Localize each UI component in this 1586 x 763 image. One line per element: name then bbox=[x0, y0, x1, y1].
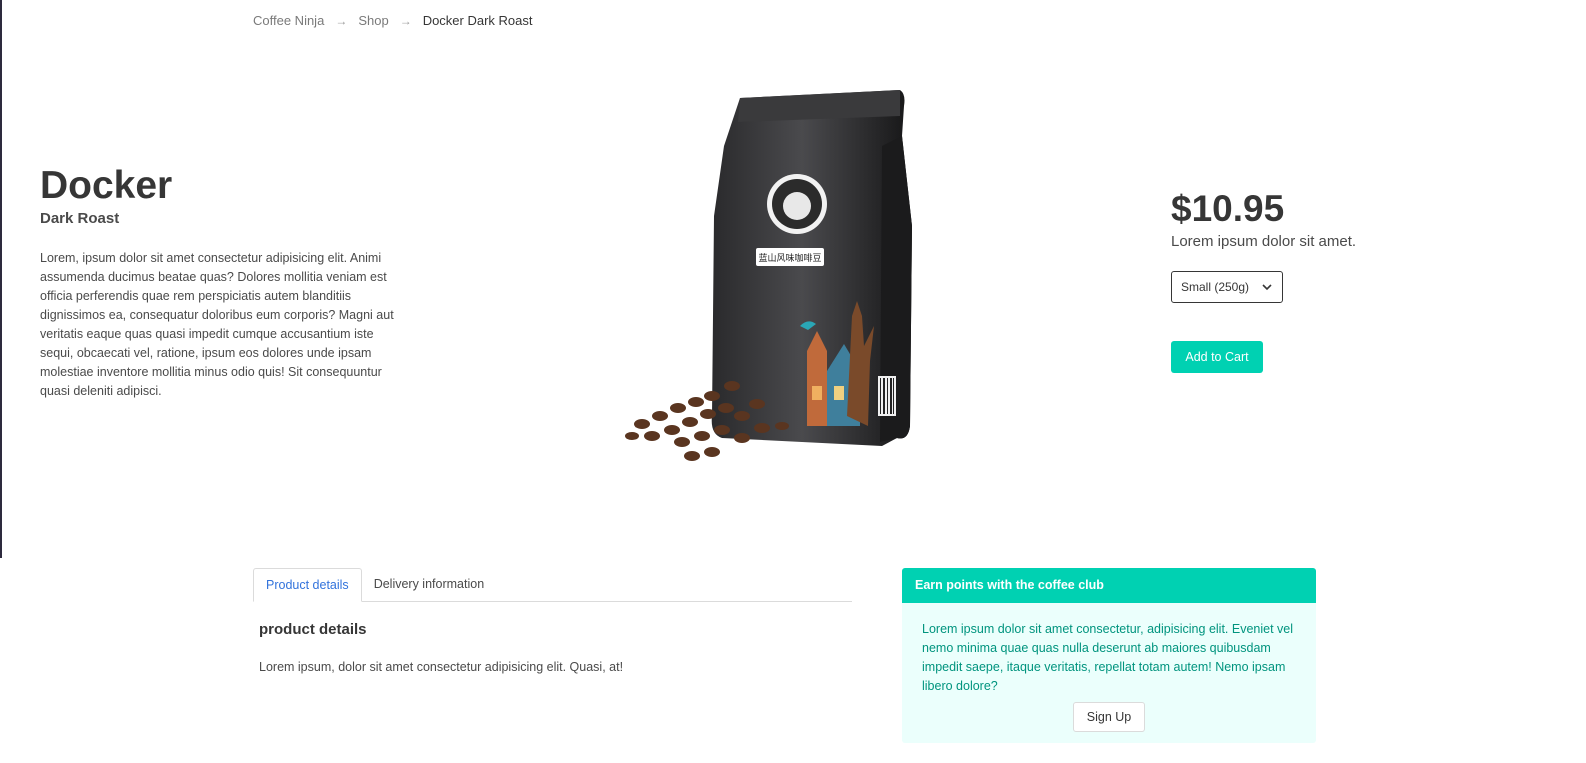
product-price: $10.95 bbox=[1171, 188, 1285, 229]
product-tabs: Product details Delivery information bbox=[253, 568, 852, 602]
breadcrumb-separator: → bbox=[335, 13, 348, 28]
size-select[interactable]: Small (250g) bbox=[1171, 271, 1283, 303]
breadcrumb-home[interactable]: Coffee Ninja bbox=[253, 13, 324, 28]
breadcrumb-current: Docker Dark Roast bbox=[422, 13, 533, 28]
add-to-cart-button[interactable]: Add to Cart bbox=[1171, 341, 1263, 373]
sign-up-button[interactable]: Sign Up bbox=[1073, 702, 1145, 732]
left-edge-bar bbox=[0, 0, 2, 558]
product-info: Docker Dark Roast Lorem, ipsum dolor sit… bbox=[40, 163, 410, 401]
tab-content-text: Lorem ipsum, dolor sit amet consectetur … bbox=[259, 660, 624, 674]
tab-content-heading: product details bbox=[259, 621, 367, 638]
tab-product-details[interactable]: Product details bbox=[253, 568, 362, 602]
product-image: 蓝山风味咖啡豆 bbox=[612, 86, 922, 471]
breadcrumb-separator: → bbox=[399, 13, 412, 28]
purchase-panel: $10.95 Lorem ipsum dolor sit amet. Small… bbox=[1171, 186, 1471, 373]
coffee-club-card: Earn points with the coffee club Lorem i… bbox=[902, 568, 1316, 743]
coffee-club-body: Lorem ipsum dolor sit amet consectetur, … bbox=[902, 603, 1316, 732]
tab-delivery-information[interactable]: Delivery information bbox=[362, 568, 496, 601]
breadcrumb-shop[interactable]: Shop bbox=[358, 13, 388, 28]
bag-label: 蓝山风味咖啡豆 bbox=[758, 252, 821, 264]
chevron-down-icon bbox=[1262, 284, 1272, 291]
coffee-club-header: Earn points with the coffee club bbox=[902, 568, 1316, 603]
coffee-club-text: Lorem ipsum dolor sit amet consectetur, … bbox=[922, 622, 1294, 693]
size-select-value: Small (250g) bbox=[1181, 280, 1250, 294]
price-note: Lorem ipsum dolor sit amet. bbox=[1171, 233, 1357, 250]
product-subtitle: Dark Roast bbox=[40, 210, 120, 227]
product-title: Docker bbox=[40, 164, 173, 207]
breadcrumb: Coffee Ninja → Shop → Docker Dark Roast bbox=[253, 13, 533, 28]
tab-content: product details Lorem ipsum, dolor sit a… bbox=[259, 620, 849, 676]
product-description: Lorem, ipsum dolor sit amet consectetur … bbox=[40, 251, 394, 398]
